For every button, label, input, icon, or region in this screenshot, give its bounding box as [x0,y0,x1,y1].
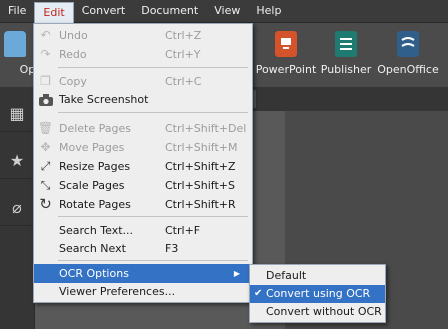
menu-separator [58,216,248,217]
copy-icon: ❐ [40,74,51,88]
menu-item-search-text[interactable]: Search Text... Ctrl+F [34,221,252,240]
screenshot-label: Take Screenshot [59,93,149,106]
search-text-shortcut: Ctrl+F [165,224,201,237]
menu-item-delete-pages[interactable]: 🗑 Delete Pages Ctrl+Shift+Del [34,119,252,138]
rotate-icon: ↻ [39,195,52,213]
menu-document[interactable]: Document [133,1,206,21]
move-icon: ✥ [40,140,51,154]
menu-item-scale-pages[interactable]: ⤡ Scale Pages Ctrl+Shift+S [34,176,252,195]
delete-pages-shortcut: Ctrl+Shift+Del [165,122,247,135]
menu-item-rotate-pages[interactable]: ↻ Rotate Pages Ctrl+Shift+R [34,195,252,214]
menu-item-copy[interactable]: ❐ Copy Ctrl+C [34,72,252,91]
menu-help[interactable]: Help [248,1,289,21]
openoffice-icon [397,31,419,57]
resize-pages-label: Resize Pages [59,160,131,173]
redo-label: Redo [59,48,87,61]
publisher-icon [335,31,357,57]
submenu-item-default[interactable]: Default [250,267,385,285]
menu-file[interactable]: File [0,1,34,21]
menu-item-viewer-preferences[interactable]: Viewer Preferences... [34,282,252,301]
folder-icon [4,31,26,57]
rotate-pages-label: Rotate Pages [59,198,131,211]
openoffice-button[interactable]: OpenOffice [373,31,443,76]
rotate-pages-shortcut: Ctrl+Shift+R [165,198,236,211]
thumbnails-icon[interactable]: ▦ [0,97,34,132]
edit-menu-dropdown: ↶ Undo Ctrl+Z ↷ Redo Ctrl+Y ❐ Copy Ctrl+… [33,23,253,303]
left-sidebar: ▦ ★ ⌀ [0,87,35,329]
move-pages-shortcut: Ctrl+Shift+M [165,141,238,154]
menu-item-resize-pages[interactable]: ⤢ Resize Pages Ctrl+Shift+Z [34,157,252,176]
menu-view[interactable]: View [206,1,248,21]
redo-icon: ↷ [40,47,51,61]
menu-item-redo[interactable]: ↷ Redo Ctrl+Y [34,45,252,64]
copy-shortcut: Ctrl+C [165,75,202,88]
menu-convert[interactable]: Convert [74,1,134,21]
camera-icon [37,91,54,108]
convert-without-ocr-label: Convert without OCR [266,305,382,318]
default-label: Default [266,269,307,282]
menu-item-ocr-options[interactable]: OCR Options ▶ [34,264,252,283]
menu-item-undo[interactable]: ↶ Undo Ctrl+Z [34,26,252,45]
undo-label: Undo [59,29,88,42]
openoffice-label: OpenOffice [377,63,439,76]
submenu-arrow-icon: ▶ [233,269,240,278]
menu-edit[interactable]: Edit [34,1,74,23]
bookmarks-star-icon[interactable]: ★ [0,144,34,179]
ocr-options-submenu: Default ✔ Convert using OCR Convert with… [249,264,386,323]
delete-pages-label: Delete Pages [59,122,131,135]
move-pages-label: Move Pages [59,141,125,154]
ocr-options-label: OCR Options [59,267,129,280]
menu-separator [58,67,248,68]
menu-separator [58,260,248,261]
copy-label: Copy [59,75,87,88]
menu-item-search-next[interactable]: Search Next F3 [34,239,252,258]
scale-pages-shortcut: Ctrl+Shift+S [165,179,235,192]
convert-using-ocr-label: Convert using OCR [266,287,371,300]
publisher-button[interactable]: Publisher [311,31,381,76]
trash-icon: 🗑 [37,121,54,135]
menu-item-take-screenshot[interactable]: Take Screenshot [34,90,252,109]
resize-icon: ⤢ [40,159,51,173]
scale-pages-label: Scale Pages [59,179,125,192]
search-text-label: Search Text... [59,224,134,237]
redo-shortcut: Ctrl+Y [165,48,201,61]
search-next-label: Search Next [59,242,126,255]
menu-separator [58,112,248,113]
checkmark-icon: ✔ [254,288,263,299]
publisher-label: Publisher [320,63,372,76]
search-next-shortcut: F3 [165,242,179,255]
submenu-item-convert-using-ocr[interactable]: ✔ Convert using OCR [250,285,385,303]
attachments-paperclip-icon[interactable]: ⌀ [0,191,34,226]
undo-icon: ↶ [40,28,51,42]
undo-shortcut: Ctrl+Z [165,29,202,42]
menu-item-move-pages[interactable]: ✥ Move Pages Ctrl+Shift+M [34,138,252,157]
powerpoint-icon [275,31,297,57]
viewer-preferences-label: Viewer Preferences... [59,285,176,298]
scale-icon: ⤡ [40,178,51,192]
resize-pages-shortcut: Ctrl+Shift+Z [165,160,236,173]
menu-bar: File Edit Convert Document View Help [0,0,448,23]
submenu-item-convert-without-ocr[interactable]: Convert without OCR [250,303,385,321]
